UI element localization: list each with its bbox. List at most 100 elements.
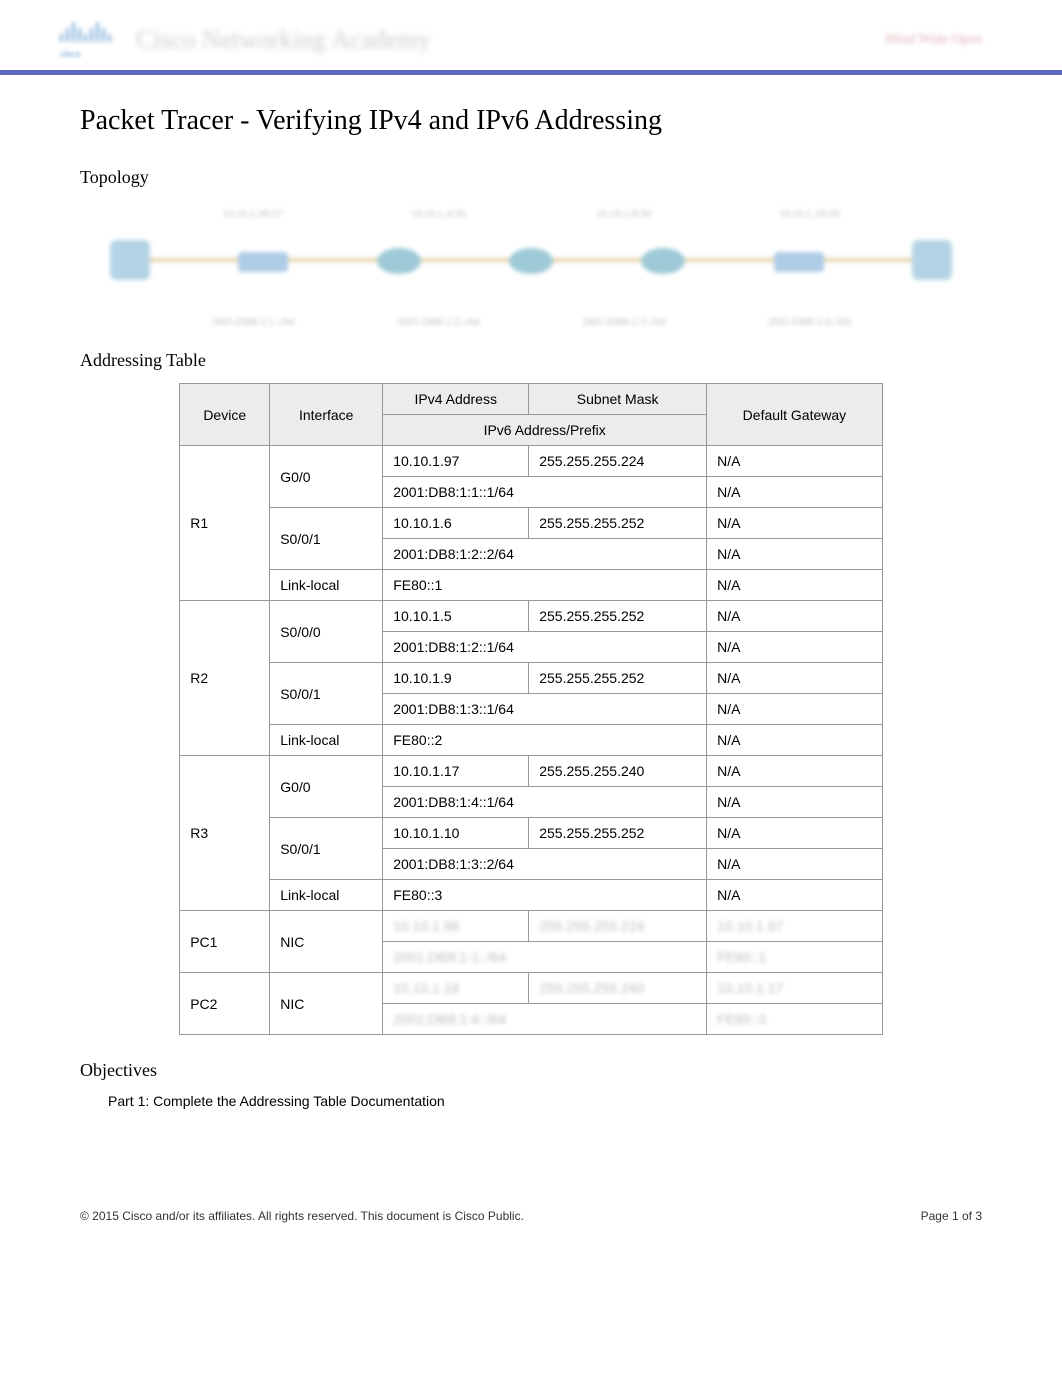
pc-icon [912,240,952,280]
cell-gateway: N/A [707,663,883,694]
cell-ipv6: FE80::3 [383,880,707,911]
table-row: Link-local FE80::2 N/A [180,725,883,756]
table-row: S0/0/1 10.10.1.6 255.255.255.252 N/A [180,508,883,539]
cell-gateway: N/A [707,632,883,663]
cell-gateway: N/A [707,570,883,601]
cell-device: R2 [180,601,270,756]
th-device: Device [180,384,270,446]
th-gateway: Default Gateway [707,384,883,446]
cell-ipv4: 10.10.1.6 [383,508,529,539]
cell-gateway: N/A [707,880,883,911]
cell-mask: 255.255.255.252 [529,663,707,694]
header-program-title: Cisco Networking Academy [136,25,431,55]
table-row: R2 S0/0/0 10.10.1.5 255.255.255.252 N/A [180,601,883,632]
footer-page-number: Page 1 of 3 [921,1209,982,1223]
topology-devices [110,240,952,280]
cell-gateway-blank: 10.10.1.17 [707,973,883,1004]
cell-interface: G0/0 [270,756,383,818]
section-heading-topology: Topology [80,167,982,188]
objective-item: Part 1: Complete the Addressing Table Do… [108,1093,982,1109]
cell-gateway: N/A [707,787,883,818]
cell-gateway-blank: FE80::3 [707,1004,883,1035]
cell-mask-blank: 255.255.255.224 [529,911,707,942]
page-title: Packet Tracer - Verifying IPv4 and IPv6 … [80,105,982,137]
cell-ipv4: 10.10.1.17 [383,756,529,787]
cell-mask: 255.255.255.240 [529,756,707,787]
cell-interface: Link-local [270,570,383,601]
cell-ipv4: 10.10.1.97 [383,446,529,477]
cell-device: PC2 [180,973,270,1035]
cell-gateway: N/A [707,601,883,632]
table-row: PC2 NIC 10.10.1.18 255.255.255.240 10.10… [180,973,883,1004]
cell-mask: 255.255.255.252 [529,818,707,849]
switch-icon [774,252,824,272]
cell-ipv6: 2001:DB8:1:3::1/64 [383,694,707,725]
topology-label: 2001:DB8:1:4::/64 [744,316,874,328]
cell-interface: S0/0/1 [270,508,383,570]
th-mask: Subnet Mask [529,384,707,415]
cell-gateway: N/A [707,818,883,849]
topology-label: 10.10.1.4/30 [373,208,503,220]
cell-ipv6: FE80::1 [383,570,707,601]
cell-ipv4: 10.10.1.9 [383,663,529,694]
th-ipv6: IPv6 Address/Prefix [383,415,707,446]
document-body: Packet Tracer - Verifying IPv4 and IPv6 … [0,75,1062,1149]
router-icon [641,248,685,274]
table-row: Link-local FE80::1 N/A [180,570,883,601]
router-icon [377,248,421,274]
table-row: R3 G0/0 10.10.1.17 255.255.255.240 N/A [180,756,883,787]
cell-ipv6: 2001:DB8:1:2::2/64 [383,539,707,570]
cell-device: PC1 [180,911,270,973]
cell-ipv4: 10.10.1.10 [383,818,529,849]
cell-interface: G0/0 [270,446,383,508]
cell-ipv6-blank: 2001:DB8:1:4::/64 [383,1004,707,1035]
cisco-logo: cisco [60,20,116,60]
topology-label: 10.10.1.16/28 [744,208,874,220]
pc-icon [110,240,150,280]
header-left: cisco Cisco Networking Academy [60,20,431,60]
cell-ipv4-blank: 10.10.1.18 [383,973,529,1004]
cell-device: R3 [180,756,270,911]
cell-interface: S0/0/1 [270,663,383,725]
cell-gateway: N/A [707,849,883,880]
topology-label: 2001:DB8:1:2::/64 [373,316,503,328]
topology-diagram: 10.10.1.96/27 10.10.1.4/30 10.10.1.8/30 … [80,200,982,330]
cell-interface: NIC [270,973,383,1035]
cell-ipv4-blank: 10.10.1.98 [383,911,529,942]
cell-interface: NIC [270,911,383,973]
topology-top-labels: 10.10.1.96/27 10.10.1.4/30 10.10.1.8/30 … [160,208,902,220]
addressing-table-body: R1 G0/0 10.10.1.97 255.255.255.224 N/A 2… [180,446,883,1035]
cell-gateway: N/A [707,694,883,725]
addressing-table: Device Interface IPv4 Address Subnet Mas… [179,383,883,1035]
th-interface: Interface [270,384,383,446]
cell-ipv4: 10.10.1.5 [383,601,529,632]
cell-gateway: N/A [707,508,883,539]
topology-label: 2001:DB8:1:1::/64 [188,316,318,328]
cell-interface: S0/0/1 [270,818,383,880]
switch-icon [238,252,288,272]
table-row: S0/0/1 10.10.1.10 255.255.255.252 N/A [180,818,883,849]
cell-ipv6: FE80::2 [383,725,707,756]
cell-mask: 255.255.255.224 [529,446,707,477]
cisco-logo-word: cisco [60,49,116,60]
cell-ipv6: 2001:DB8:1:2::1/64 [383,632,707,663]
cisco-bars-icon [60,20,116,42]
cell-ipv6: 2001:DB8:1:1::1/64 [383,477,707,508]
cell-gateway: N/A [707,446,883,477]
cell-mask: 255.255.255.252 [529,508,707,539]
router-icon [509,248,553,274]
cell-mask-blank: 255.255.255.240 [529,973,707,1004]
th-ipv4: IPv4 Address [383,384,529,415]
table-row: Link-local FE80::3 N/A [180,880,883,911]
topology-bottom-labels: 2001:DB8:1:1::/64 2001:DB8:1:2::/64 2001… [160,316,902,328]
cell-gateway-blank: 10.10.1.97 [707,911,883,942]
cell-gateway-blank: FE80::1 [707,942,883,973]
cell-ipv6: 2001:DB8:1:3::2/64 [383,849,707,880]
cell-gateway: N/A [707,725,883,756]
section-heading-addressing: Addressing Table [80,350,982,371]
document-header: cisco Cisco Networking Academy Mind Wide… [0,0,1062,75]
cell-interface: S0/0/0 [270,601,383,663]
topology-label: 10.10.1.8/30 [559,208,689,220]
table-row: S0/0/1 10.10.1.9 255.255.255.252 N/A [180,663,883,694]
table-row: R1 G0/0 10.10.1.97 255.255.255.224 N/A [180,446,883,477]
